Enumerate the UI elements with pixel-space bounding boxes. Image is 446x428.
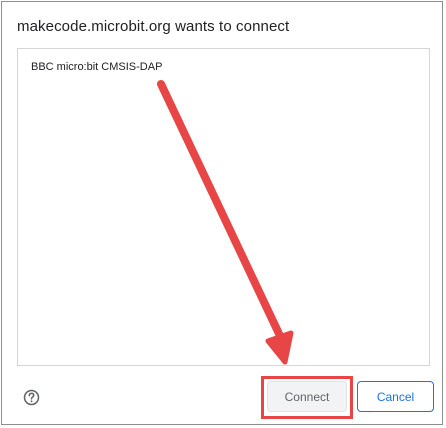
cancel-button[interactable]: Cancel [357, 381, 434, 412]
connect-dialog: makecode.microbit.org wants to connect B… [1, 1, 443, 425]
dialog-title: makecode.microbit.org wants to connect [17, 18, 290, 35]
connect-button[interactable]: Connect [267, 381, 347, 412]
help-icon[interactable] [23, 389, 40, 406]
device-item-bbc-microbit[interactable]: BBC micro:bit CMSIS-DAP [31, 61, 162, 73]
device-list[interactable]: BBC micro:bit CMSIS-DAP [17, 48, 430, 366]
